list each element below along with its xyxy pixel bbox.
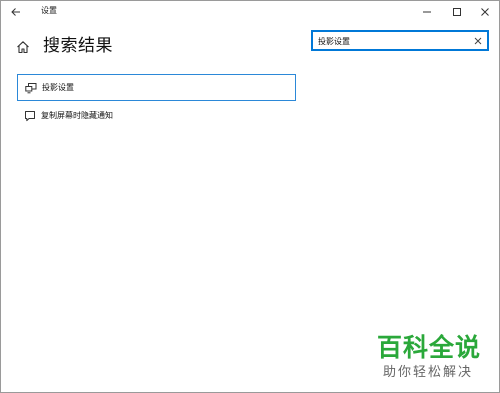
maximize-button[interactable] bbox=[443, 1, 471, 23]
title-bar: 设置 bbox=[1, 1, 499, 23]
minimize-icon bbox=[423, 11, 431, 13]
result-item-hide-notifications[interactable]: 复制屏幕时隐藏通知 bbox=[17, 102, 296, 129]
window-title: 设置 bbox=[41, 6, 57, 15]
page-title: 搜索结果 bbox=[43, 36, 113, 56]
clear-search-button[interactable] bbox=[472, 35, 483, 46]
minimize-button[interactable] bbox=[413, 1, 441, 23]
back-arrow-icon bbox=[11, 8, 20, 16]
watermark-title: 百科全说 bbox=[377, 333, 482, 362]
back-button[interactable] bbox=[7, 3, 25, 21]
result-label: 复制屏幕时隐藏通知 bbox=[41, 111, 113, 120]
result-label: 投影设置 bbox=[42, 83, 74, 92]
maximize-icon bbox=[453, 8, 461, 16]
search-input[interactable] bbox=[318, 33, 468, 49]
projector-icon bbox=[25, 82, 37, 94]
settings-window: 设置 搜索结果 投影设置 投影设置 复制屏幕时隐藏通知 百科全说 助你轻松解决 bbox=[0, 0, 500, 393]
home-icon[interactable] bbox=[16, 39, 30, 54]
clear-icon bbox=[474, 37, 481, 44]
watermark-subtitle: 助你轻松解决 bbox=[383, 365, 474, 380]
notification-icon bbox=[24, 110, 36, 122]
close-icon bbox=[481, 8, 489, 16]
search-box[interactable] bbox=[311, 30, 489, 51]
result-item-projection-settings[interactable]: 投影设置 bbox=[17, 74, 296, 101]
close-button[interactable] bbox=[471, 1, 499, 23]
